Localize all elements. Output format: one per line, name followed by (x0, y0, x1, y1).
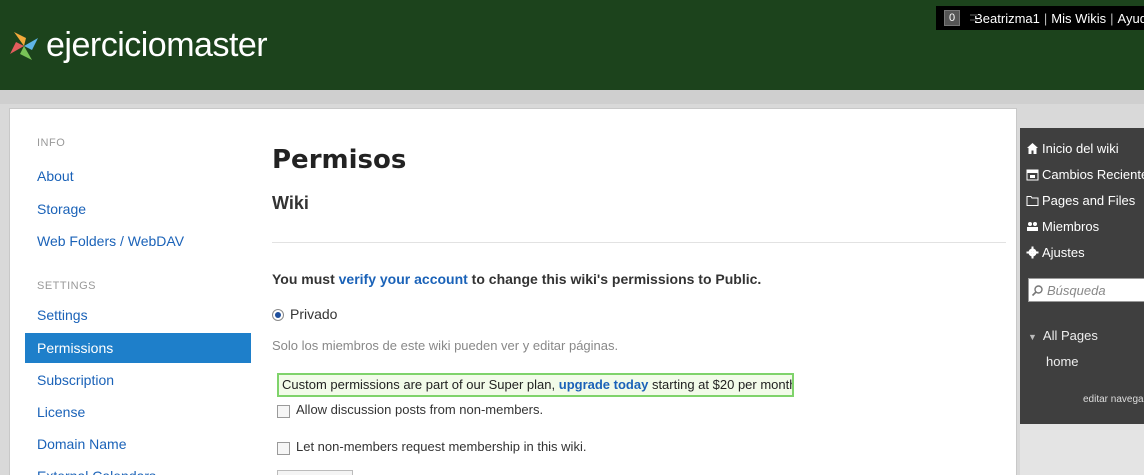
right-nav-footer (1020, 424, 1144, 475)
nav-wiki-home[interactable]: Inicio del wiki (1026, 141, 1119, 156)
triangle-down-icon: ▼ (1028, 332, 1037, 342)
save-button[interactable] (277, 470, 353, 475)
all-pages-toggle[interactable]: ▼ All Pages (1028, 328, 1098, 343)
sidebar-item-settings[interactable]: Settings (25, 300, 251, 330)
nav-members[interactable]: Miembros (1026, 219, 1099, 234)
request-membership-checkbox[interactable] (277, 442, 290, 455)
verify-notice: You must verify your account to change t… (272, 271, 761, 287)
gear-icon (1026, 246, 1039, 259)
site-name: ejerciciomaster (46, 26, 268, 64)
verify-suffix: to change this wiki's permissions to Pub… (467, 271, 762, 287)
divider (272, 242, 1006, 243)
nav-settings[interactable]: Ajustes (1026, 245, 1085, 260)
sidebar-item-storage[interactable]: Storage (25, 194, 251, 224)
separator: | (1043, 10, 1048, 26)
nav-pages-files[interactable]: Pages and Files (1026, 193, 1135, 208)
upgrade-promo: Custom permissions are part of our Super… (277, 373, 794, 397)
site-logo[interactable]: ejerciciomaster (6, 26, 268, 65)
members-icon (1027, 222, 1038, 231)
sidebar-item-permissions[interactable]: Permissions (25, 333, 251, 363)
nav-members-label: Miembros (1042, 219, 1100, 234)
user-bar: 0 Beatrizma1 | Mis Wikis | Ayuda (936, 6, 1144, 30)
sidebar-section-settings: SETTINGS (37, 280, 97, 292)
search-icon (1031, 284, 1043, 296)
private-radio-label: Privado (290, 306, 338, 322)
edit-navigation-link[interactable]: editar navegación (1083, 394, 1144, 405)
sidebar-item-domain-name[interactable]: Domain Name (25, 429, 251, 459)
upgrade-today-link[interactable]: upgrade today (559, 377, 649, 392)
search-input[interactable]: Búsqueda (1028, 278, 1144, 302)
verify-prefix: You must (272, 271, 339, 287)
sidebar-item-external-calendars[interactable]: External Calendars (25, 461, 251, 475)
sidebar-item-license[interactable]: License (25, 397, 251, 427)
main-panel: INFO About Storage Web Folders / WebDAV … (9, 108, 1017, 475)
request-membership-label: Let non-members request membership in th… (296, 439, 587, 454)
private-radio[interactable] (272, 309, 284, 321)
allow-discussion-checkbox[interactable] (277, 405, 290, 418)
allow-discussion-option[interactable]: Allow discussion posts from non-members. (277, 401, 543, 418)
page-title: Permisos (272, 145, 407, 175)
promo-suffix: starting at $20 per month! (648, 377, 794, 392)
username-link[interactable]: Beatrizma1 (974, 11, 1040, 26)
verify-account-link[interactable]: verify your account (339, 271, 468, 287)
header-band (0, 90, 1144, 104)
notification-count[interactable]: 0 (944, 10, 961, 26)
section-title: Wiki (272, 193, 309, 213)
private-description: Solo los miembros de este wiki pueden ve… (272, 338, 619, 353)
folder-icon (1026, 196, 1039, 206)
promo-prefix: Custom permissions are part of our Super… (282, 377, 559, 392)
sidebar-item-subscription[interactable]: Subscription (25, 365, 251, 395)
request-membership-option[interactable]: Let non-members request membership in th… (277, 438, 586, 455)
pinwheel-logo-icon (10, 31, 38, 60)
help-link[interactable]: Ayuda (1118, 11, 1144, 26)
sidebar-item-webdav[interactable]: Web Folders / WebDAV (25, 226, 251, 256)
search-placeholder: Búsqueda (1047, 282, 1106, 298)
nav-recent-changes-label: Cambios Recientes (1042, 167, 1144, 182)
separator: | (1110, 10, 1114, 26)
privacy-option-private[interactable]: Privado (272, 306, 337, 322)
allow-discussion-label: Allow discussion posts from non-members. (296, 402, 544, 417)
nav-settings-label: Ajustes (1042, 245, 1085, 260)
wiki-navigation: Inicio del wiki Cambios Recientes Pages … (1020, 128, 1144, 424)
nav-page-home[interactable]: home (1046, 354, 1079, 369)
sidebar-section-info: INFO (37, 137, 66, 149)
nav-pages-files-label: Pages and Files (1042, 193, 1136, 208)
sidebar-item-about[interactable]: About (25, 161, 251, 191)
calendar-icon (1026, 169, 1039, 181)
all-pages-label: All Pages (1042, 328, 1098, 343)
my-wikis-link[interactable]: Mis Wikis (1051, 11, 1106, 26)
nav-wiki-home-label: Inicio del wiki (1042, 141, 1119, 156)
site-header: ejerciciomaster 0 Beatrizma1 | Mis Wikis… (0, 0, 1144, 90)
nav-recent-changes[interactable]: Cambios Recientes (1026, 167, 1144, 182)
home-icon (1027, 143, 1038, 154)
